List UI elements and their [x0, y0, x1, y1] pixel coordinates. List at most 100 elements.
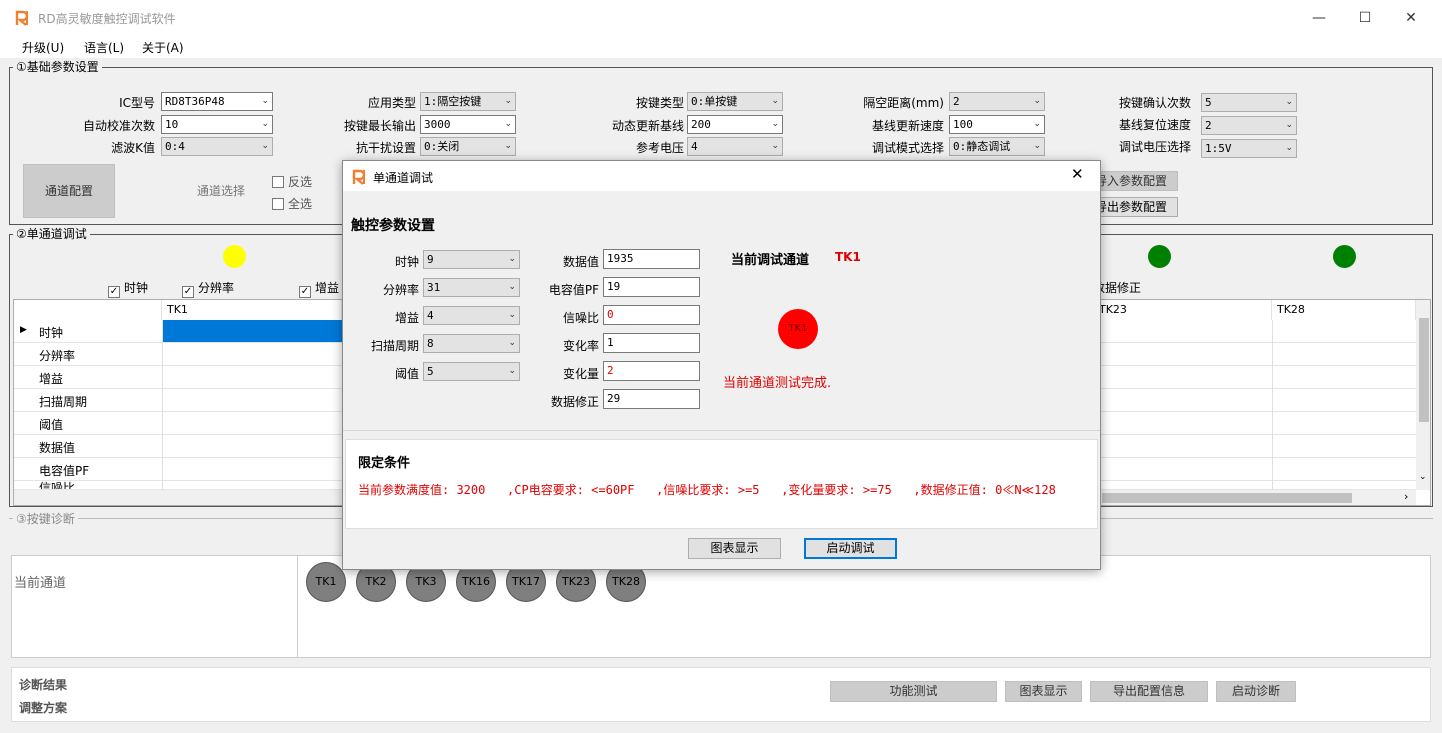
grid-header-tk23[interactable]: TK23 — [1094, 300, 1272, 320]
minimize-button[interactable]: — — [1296, 6, 1342, 30]
ref-voltage-select[interactable]: 4 ⌄ — [687, 137, 783, 156]
test-status-text: 当前通道测试完成. — [723, 376, 832, 391]
dialog-close-icon[interactable]: ✕ — [1071, 165, 1084, 183]
vertical-scrollbar[interactable]: ⌄ — [1416, 300, 1430, 490]
dialog-body: 触控参数设置 时钟 9 ⌄ 分辨率 31 ⌄ 增益 4 ⌄ 扫描周期 8 ⌄ 阈值 5 ⌄… — [343, 191, 1100, 569]
scroll-down-icon[interactable]: ⌄ — [1419, 472, 1427, 482]
adjust-plan-label: 调整方案 — [19, 701, 68, 715]
ic-model-select[interactable]: RD8T36P48 ⌄ — [161, 92, 273, 111]
dlg-gain-label: 增益 — [394, 311, 419, 325]
dlg-snr-field[interactable]: 0 — [603, 305, 700, 325]
key-max-output-label: 按键最长输出 — [343, 119, 416, 133]
auto-calib-select[interactable]: 10 ⌄ — [161, 115, 273, 134]
touch-params-title: 触控参数设置 — [351, 218, 435, 234]
debug-mode-label: 调试模式选择 — [871, 141, 944, 155]
air-distance-select[interactable]: 2 ⌄ — [949, 92, 1045, 111]
dlg-resolution-label: 分辨率 — [382, 283, 419, 297]
grid-header-tk28[interactable]: TK28 — [1272, 300, 1416, 320]
grid-corner — [14, 300, 162, 320]
status-green-indicator-1 — [1148, 245, 1171, 268]
export-config-info-button[interactable]: 导出配置信息 — [1090, 681, 1208, 702]
dlg-data-correction-field[interactable]: 29 — [603, 389, 700, 409]
key-confirm-select[interactable]: 5 ⌄ — [1201, 93, 1297, 112]
dynamic-baseline-select[interactable]: 200 ⌄ — [687, 115, 783, 134]
menu-upgrade[interactable]: 升级(U) — [22, 39, 64, 56]
function-test-button[interactable]: 功能测试 — [830, 681, 997, 702]
channel-status-indicator: TK1 — [778, 309, 818, 349]
dlg-threshold-label: 阈值 — [394, 367, 419, 381]
dlg-change-amount-label: 变化量 — [562, 367, 599, 381]
dlg-threshold-select[interactable]: 5 ⌄ — [423, 362, 520, 381]
grid-header-tk1[interactable]: TK1 — [162, 300, 342, 320]
select-all-checkbox[interactable]: 全选 — [272, 195, 312, 212]
selected-cell[interactable] — [162, 320, 346, 342]
menu-about[interactable]: 关于(A) — [142, 39, 184, 56]
dlg-clock-select[interactable]: 9 ⌄ — [423, 250, 520, 269]
dlg-capacitance-label: 电容值PF — [548, 283, 599, 297]
channel-select-label: 通道选择 — [197, 184, 246, 198]
title-bar — [0, 0, 1442, 36]
dynamic-baseline-label: 动态更新基线 — [611, 119, 684, 133]
debug-mode-select[interactable]: 0:静态调试 ⌄ — [949, 137, 1045, 156]
dlg-scan-period-select[interactable]: 8 ⌄ — [423, 334, 520, 353]
horizontal-scroll-thumb[interactable] — [1102, 493, 1352, 503]
baseline-speed-label: 基线更新速度 — [871, 119, 944, 133]
key-max-output-select[interactable]: 3000 ⌄ — [420, 115, 516, 134]
dlg-capacitance-field[interactable]: 19 — [603, 277, 700, 297]
invert-checkbox[interactable]: 反选 — [272, 173, 312, 190]
basic-params-title: ①基础参数设置 — [13, 58, 102, 75]
key-confirm-label: 按键确认次数 — [1118, 96, 1191, 110]
current-debug-channel-value: TK1 — [835, 250, 861, 264]
key-type-select[interactable]: 0:单按键 ⌄ — [687, 92, 783, 111]
diagnosis-result-label: 诊断结果 — [19, 678, 68, 692]
dlg-change-amount-field[interactable]: 2 — [603, 361, 700, 381]
anti-interference-label: 抗干扰设置 — [355, 141, 416, 155]
dlg-data-value-label: 数据值 — [562, 255, 599, 269]
single-debug-title: ②单通道调试 — [13, 225, 90, 242]
dlg-clock-label: 时钟 — [394, 255, 419, 269]
app-logo-icon — [14, 9, 32, 27]
resolution-checkbox[interactable]: ✓ 分辨率 — [182, 279, 234, 298]
menu-bar — [0, 36, 1442, 58]
dialog-chart-button[interactable]: 图表显示 — [688, 538, 781, 559]
status-yellow-indicator — [223, 245, 246, 268]
menu-language[interactable]: 语言(L) — [84, 39, 124, 56]
clock-checkbox[interactable]: ✓ 时钟 — [108, 279, 148, 298]
app-type-select[interactable]: 1:隔空按键 ⌄ — [420, 92, 516, 111]
status-green-indicator-2 — [1333, 245, 1356, 268]
dlg-snr-label: 信噪比 — [562, 311, 599, 325]
vertical-scroll-thumb[interactable] — [1419, 318, 1429, 422]
ic-model-label: IC型号 — [119, 96, 155, 110]
dlg-gain-select[interactable]: 4 ⌄ — [423, 306, 520, 325]
dlg-data-value-field[interactable]: 1935 — [603, 249, 700, 269]
baseline-speed-select[interactable]: 100 ⌄ — [949, 115, 1045, 134]
debug-voltage-select[interactable]: 1:5V ⌄ — [1201, 139, 1297, 158]
baseline-reset-select[interactable]: 2 ⌄ — [1201, 116, 1297, 135]
close-window-button[interactable]: ✕ — [1388, 6, 1434, 30]
limit-title: 限定条件 — [358, 456, 411, 471]
current-channel-label: 当前通道 — [14, 576, 67, 591]
start-diagnosis-button[interactable]: 启动诊断 — [1216, 681, 1296, 702]
start-debug-button[interactable]: 启动调试 — [804, 538, 897, 559]
channel-circle-tk1[interactable]: TK1 — [306, 562, 346, 602]
dlg-change-rate-label: 变化率 — [562, 339, 599, 353]
anti-interference-select[interactable]: 0:关闭 ⌄ — [420, 137, 516, 156]
channel-config-button[interactable]: 通道配置 — [23, 164, 115, 218]
dlg-data-correction-label: 数据修正 — [550, 395, 599, 409]
maximize-button[interactable]: ☐ — [1342, 6, 1388, 30]
ref-voltage-label: 参考电压 — [635, 141, 684, 155]
gain-checkbox[interactable]: ✓ 增益 — [299, 279, 339, 298]
filter-k-label: 滤波K值 — [111, 141, 155, 155]
chart-display-button[interactable]: 图表显示 — [1005, 681, 1082, 702]
dlg-scan-period-label: 扫描周期 — [370, 339, 419, 353]
filter-k-select[interactable]: 0:4 ⌄ — [161, 137, 273, 156]
scroll-right-icon[interactable]: › — [1404, 490, 1408, 503]
single-channel-dialog: 单通道调试 ✕ 触控参数设置 时钟 9 ⌄ 分辨率 31 ⌄ 增益 4 ⌄ 扫描周期 … — [342, 160, 1101, 570]
dlg-change-rate-field[interactable]: 1 — [603, 333, 700, 353]
key-type-label: 按键类型 — [635, 96, 684, 110]
dialog-title: 单通道调试 — [373, 171, 434, 185]
current-debug-channel-label: 当前调试通道 — [731, 253, 810, 268]
dialog-logo-icon — [351, 168, 369, 186]
debug-voltage-label: 调试电压选择 — [1118, 140, 1191, 154]
dlg-resolution-select[interactable]: 31 ⌄ — [423, 278, 520, 297]
